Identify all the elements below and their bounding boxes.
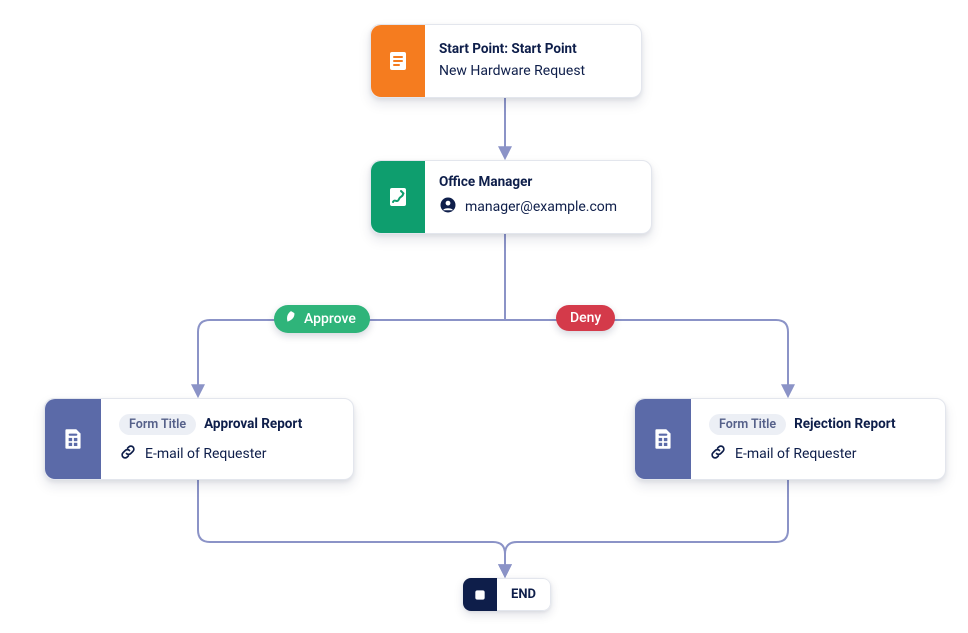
stop-icon bbox=[463, 578, 497, 611]
deny-form-field: E-mail of Requester bbox=[735, 446, 856, 462]
deny-badge: Deny bbox=[556, 305, 615, 331]
end-label: END bbox=[497, 578, 551, 611]
form-icon bbox=[635, 399, 691, 479]
workflow-diagram: Start Point: Start Point New Hardware Re… bbox=[0, 0, 968, 633]
approve-label: Approve bbox=[304, 311, 356, 327]
form-title-pill: Form Title bbox=[709, 414, 786, 435]
approve-form-field: E-mail of Requester bbox=[145, 446, 266, 462]
form-icon bbox=[45, 399, 101, 479]
deny-form-title: Rejection Report bbox=[794, 416, 895, 432]
signature-icon bbox=[371, 161, 425, 233]
approve-form-title: Approval Report bbox=[204, 416, 302, 432]
leaf-icon bbox=[284, 310, 298, 328]
approver-node[interactable]: Office Manager manager@example.com bbox=[370, 160, 652, 234]
start-subtitle: New Hardware Request bbox=[439, 63, 625, 79]
approve-badge: Approve bbox=[274, 305, 370, 333]
link-icon bbox=[709, 443, 727, 465]
deny-form-node[interactable]: Form Title Rejection Report E-mail of Re… bbox=[634, 398, 946, 480]
deny-label: Deny bbox=[570, 310, 601, 326]
document-icon bbox=[371, 25, 425, 97]
approve-form-node[interactable]: Form Title Approval Report E-mail of Req… bbox=[44, 398, 354, 480]
form-title-pill: Form Title bbox=[119, 414, 196, 435]
start-node[interactable]: Start Point: Start Point New Hardware Re… bbox=[370, 24, 642, 98]
user-icon bbox=[439, 196, 457, 218]
link-icon bbox=[119, 443, 137, 465]
start-title: Start Point: Start Point bbox=[439, 41, 625, 57]
end-node[interactable]: END bbox=[463, 578, 551, 611]
approver-email: manager@example.com bbox=[465, 199, 617, 215]
approver-title: Office Manager bbox=[439, 174, 635, 190]
